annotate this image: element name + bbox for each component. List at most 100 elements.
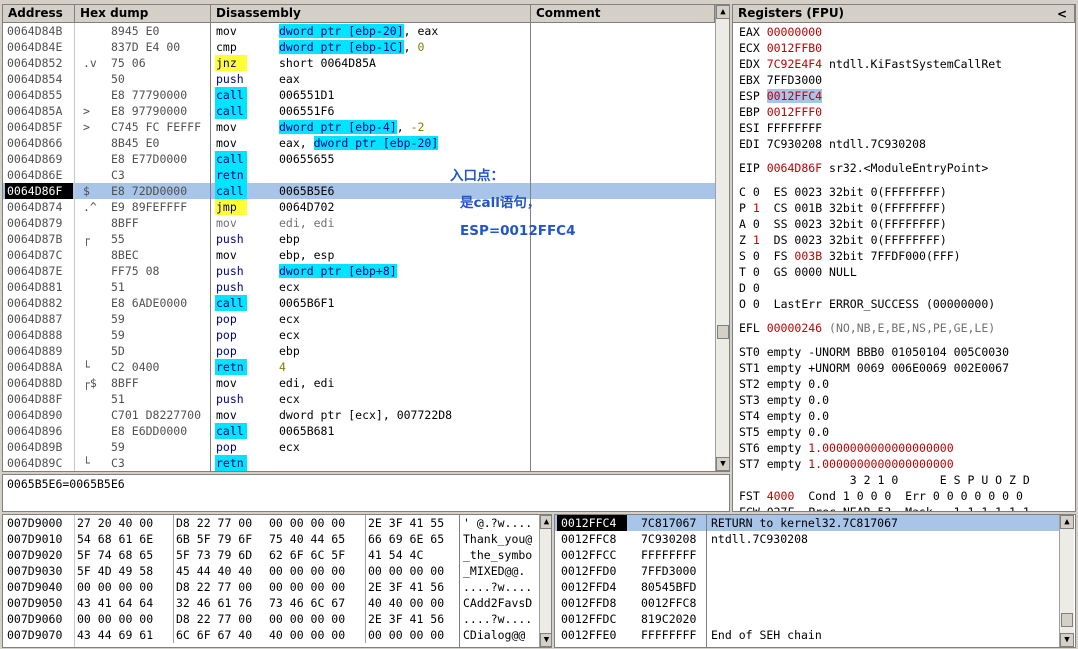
register-ebx[interactable]: EBX 7FFD3000	[739, 72, 822, 88]
disasm-row[interactable]: 0064D887 59 pop ecx	[3, 311, 715, 327]
flag-row[interactable]: T 0 GS 0000 NULL	[739, 264, 857, 280]
scroll-up-arrow-icon[interactable]: ▲	[540, 515, 551, 529]
disasm-row[interactable]: 0064D88D ┌$ 8BFF mov edi, edi	[3, 375, 715, 391]
fpu-register[interactable]: ST0 empty -UNORM BBB0 01050104 005C0030	[739, 344, 1009, 360]
address-cell[interactable]: 0064D87E	[7, 263, 73, 279]
dump-address[interactable]: 007D9010	[7, 531, 73, 547]
flag-row[interactable]: C 0 ES 0023 32bit 0(FFFFFFFF)	[739, 184, 947, 200]
disasm-row[interactable]: 0064D84B 8945 E0 mov dword ptr [ebp-20], ea…	[3, 23, 715, 39]
disasm-row[interactable]: 0064D89B 59 pop ecx	[3, 439, 715, 455]
disasm-row[interactable]: 0064D86E C3 retn	[3, 167, 715, 183]
fpu-value[interactable]: 1.0000000000000000000	[808, 441, 953, 455]
register-efl[interactable]: EFL 00000246 (NO,NB,E,BE,NS,PE,GE,LE)	[739, 320, 995, 336]
scroll-thumb[interactable]	[1061, 613, 1073, 627]
disasm-row[interactable]: 0064D85A > E8 97790000 call 006551F6	[3, 103, 715, 119]
address-cell[interactable]: 0064D85A	[7, 103, 73, 119]
stack-address[interactable]: 0012FFD4	[561, 579, 627, 595]
fpu-value[interactable]: +UNORM 0069 006E0069 002E0067	[808, 361, 1009, 375]
address-cell[interactable]: 0064D85F	[7, 119, 73, 135]
register-value[interactable]: 0064D86F	[767, 161, 822, 175]
disasm-row[interactable]: 0064D84E 837D E4 00 cmp dword ptr [ebp-1C],…	[3, 39, 715, 55]
disasm-row[interactable]: 0064D890 C701 D8227700 mov dword ptr [ecx],…	[3, 407, 715, 423]
fpu-value[interactable]: -UNORM BBB0 01050104 005C0030	[808, 345, 1009, 359]
fpu-value[interactable]: 0.0	[808, 377, 829, 391]
address-cell[interactable]: 0064D879	[7, 215, 73, 231]
register-value[interactable]: 00000246	[767, 321, 822, 335]
disasm-row[interactable]: 0064D87C 8BEC mov ebp, esp	[3, 247, 715, 263]
stack-address[interactable]: 0012FFD8	[561, 595, 627, 611]
address-cell[interactable]: 0064D89C	[7, 455, 73, 471]
register-value[interactable]: 0012FFB0	[767, 41, 822, 55]
disasm-row[interactable]: 0064D869 E8 E77D0000 call 00655655	[3, 151, 715, 167]
disasm-row[interactable]: 0064D879 8BFF mov edi, edi	[3, 215, 715, 231]
stack-address[interactable]: 0012FFD0	[561, 563, 627, 579]
address-cell[interactable]: 0064D84B	[7, 23, 73, 39]
flag-row[interactable]: A 0 SS 0023 32bit 0(FFFFFFFF)	[739, 216, 947, 232]
dump-address[interactable]: 007D9040	[7, 579, 73, 595]
disasm-row[interactable]: 0064D86F $ E8 72DD0000 call 0065B5E6	[3, 183, 715, 199]
collapse-arrow-icon[interactable]: <	[1057, 5, 1067, 23]
fpu-register[interactable]: ST1 empty +UNORM 0069 006E0069 002E0067	[739, 360, 1009, 376]
stack-row[interactable]: 0012FFD0 7FFD3000	[555, 563, 1059, 579]
address-cell[interactable]: 0064D854	[7, 71, 73, 87]
disasm-row[interactable]: 0064D881 51 push ecx	[3, 279, 715, 295]
fpu-value[interactable]: 0.0	[808, 425, 829, 439]
stack-row[interactable]: 0012FFD8 0012FFC8	[555, 595, 1059, 611]
scroll-thumb[interactable]	[717, 325, 729, 339]
register-esp[interactable]: ESP 0012FFC4	[739, 88, 823, 104]
address-cell[interactable]: 0064D890	[7, 407, 73, 423]
address-cell[interactable]: 0064D86F	[5, 183, 73, 199]
address-cell[interactable]: 0064D88D	[7, 375, 73, 391]
stack-pane[interactable]: 0012FFC4 7C817067 RETURN to kernel32.7C817…	[554, 514, 1076, 648]
dump-pane[interactable]: 007D9000 27 20 40 00 D8 22 77 00 00 00 00 0…	[2, 514, 552, 648]
disasm-row[interactable]: 0064D889 5D pop ebp	[3, 343, 715, 359]
disasm-row[interactable]: 0064D85F > C745 FC FEFFF mov dword ptr [ebp-…	[3, 119, 715, 135]
dump-address[interactable]: 007D9060	[7, 611, 73, 627]
disassembly-scrollbar[interactable]: ▲ ▼	[715, 5, 729, 471]
register-value[interactable]: 7FFD3000	[767, 73, 822, 87]
stack-address[interactable]: 0012FFE0	[561, 627, 627, 643]
disasm-row[interactable]: 0064D854 50 push eax	[3, 71, 715, 87]
disasm-row[interactable]: 0064D882 E8 6ADE0000 call 0065B6F1	[3, 295, 715, 311]
fpu-register[interactable]: ST5 empty 0.0	[739, 424, 829, 440]
stack-address[interactable]: 0012FFC8	[561, 531, 627, 547]
register-value[interactable]: 00000000	[767, 25, 822, 39]
flag-bit[interactable]: 0	[753, 281, 760, 295]
fpu-register[interactable]: ST6 empty 1.0000000000000000000	[739, 440, 954, 456]
dump-address[interactable]: 007D9070	[7, 627, 73, 643]
disassembly-pane[interactable]: Address Hex dump Disassembly Comment 006…	[2, 4, 730, 472]
stack-row[interactable]: 0012FFDC 819C2020	[555, 611, 1059, 627]
flag-bit[interactable]: 0	[753, 265, 760, 279]
register-esi[interactable]: ESI FFFFFFFF	[739, 120, 822, 136]
register-eip[interactable]: EIP 0064D86F sr32.<ModuleEntryPoint>	[739, 160, 988, 176]
stack-address[interactable]: 0012FFC4	[557, 515, 627, 531]
address-cell[interactable]: 0064D888	[7, 327, 73, 343]
disasm-row[interactable]: 0064D87B ┌ 55 push ebp	[3, 231, 715, 247]
registers-pane[interactable]: Registers (FPU) < EAX 00000000 ECX 0012FF…	[732, 4, 1076, 512]
scroll-down-arrow-icon[interactable]: ▼	[540, 633, 551, 647]
dump-address[interactable]: 007D9030	[7, 563, 73, 579]
stack-row[interactable]: 0012FFE0 FFFFFFFF End of SEH chain	[555, 627, 1059, 643]
register-edi[interactable]: EDI 7C930208 ntdll.7C930208	[739, 136, 926, 152]
flag-bit[interactable]: 1	[753, 233, 760, 247]
flag-row[interactable]: P 1 CS 001B 32bit 0(FFFFFFFF)	[739, 200, 947, 216]
register-value[interactable]: 0012FFC4	[766, 89, 823, 103]
flag-bit[interactable]: 0	[753, 249, 760, 263]
register-value[interactable]: 7C930208	[767, 137, 822, 151]
col-header-address[interactable]: Address	[3, 5, 75, 23]
fst-value[interactable]: 4000	[767, 489, 795, 503]
flag-bit[interactable]: 0	[753, 185, 760, 199]
flag-row[interactable]: D 0	[739, 280, 760, 296]
address-cell[interactable]: 0064D87B	[7, 231, 73, 247]
address-cell[interactable]: 0064D887	[7, 311, 73, 327]
scroll-up-arrow-icon[interactable]: ▲	[716, 5, 729, 19]
address-cell[interactable]: 0064D869	[7, 151, 73, 167]
address-cell[interactable]: 0064D86E	[7, 167, 73, 183]
stack-scrollbar[interactable]: ▲ ▼	[1059, 515, 1074, 647]
address-cell[interactable]: 0064D874	[7, 199, 73, 215]
address-cell[interactable]: 0064D866	[7, 135, 73, 151]
registers-header[interactable]: Registers (FPU)	[733, 5, 1075, 23]
stack-address[interactable]: 0012FFDC	[561, 611, 627, 627]
flag-row[interactable]: Z 1 DS 0023 32bit 0(FFFFFFFF)	[739, 232, 947, 248]
disasm-row[interactable]: 0064D888 59 pop ecx	[3, 327, 715, 343]
